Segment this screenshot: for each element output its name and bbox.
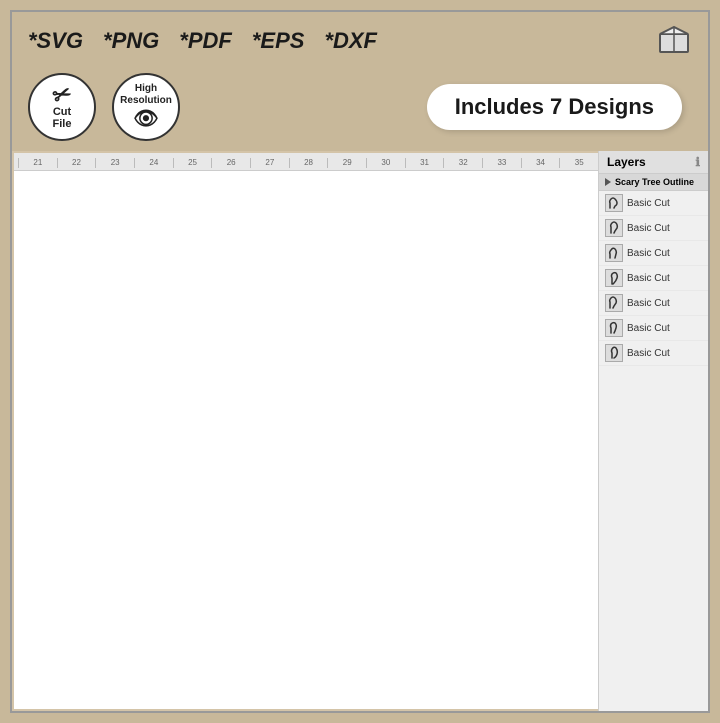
layer-item[interactable]: Basic Cut [599, 216, 708, 241]
inner-content: *SVG *PNG *PDF *EPS *DXF ✂ Cut File [10, 10, 710, 713]
ruler-22: 22 [57, 158, 96, 168]
layer-name-5: Basic Cut [627, 298, 670, 309]
expand-icon [605, 178, 611, 186]
includes-bubble: Includes 7 Designs [427, 84, 682, 130]
ruler-31: 31 [405, 158, 444, 168]
info-icon: ℹ [695, 155, 700, 169]
top-banner: *SVG *PNG *PDF *EPS *DXF [12, 12, 708, 69]
design-area: 21 22 23 24 25 26 27 28 29 30 31 32 33 3… [12, 151, 708, 711]
ruler-25: 25 [173, 158, 212, 168]
layer-thumb [605, 194, 623, 212]
layer-name-7: Basic Cut [627, 348, 670, 359]
layer-thumb [605, 294, 623, 312]
layer-thumb [605, 344, 623, 362]
badge-row: ✂ Cut File HighResolution 👁 Includes 7 D… [12, 69, 708, 151]
layers-title: Layers [607, 155, 646, 169]
format-svg: *SVG [28, 28, 83, 54]
ruler-35: 35 [559, 158, 598, 168]
ruler-32: 32 [443, 158, 482, 168]
scissors-icon: ✂ [50, 82, 75, 109]
ruler-34: 34 [521, 158, 560, 168]
includes-label: Includes 7 Designs [455, 94, 654, 119]
ruler-30: 30 [366, 158, 405, 168]
eye-icon: 👁 [133, 107, 158, 131]
file-label: File [53, 118, 72, 130]
layers-panel: Layers ℹ Scary Tree Outline Basic Cut [598, 151, 708, 711]
format-labels: *SVG *PNG *PDF *EPS *DXF [28, 28, 377, 54]
ruler-23: 23 [95, 158, 134, 168]
high-res-badge: HighResolution 👁 [112, 73, 180, 141]
ruler-marks: 21 22 23 24 25 26 27 28 29 30 31 32 33 3… [14, 158, 598, 168]
ruler-29: 29 [327, 158, 366, 168]
ruler-33: 33 [482, 158, 521, 168]
ruler-26: 26 [211, 158, 250, 168]
format-eps: *EPS [252, 28, 305, 54]
format-png: *PNG [103, 28, 159, 54]
layer-item[interactable]: Basic Cut [599, 266, 708, 291]
layer-thumb [605, 319, 623, 337]
box-icon [656, 20, 692, 61]
outer-frame: *SVG *PNG *PDF *EPS *DXF ✂ Cut File [0, 0, 720, 723]
layer-name-1: Basic Cut [627, 198, 670, 209]
layer-item[interactable]: Basic Cut [599, 291, 708, 316]
layer-name-3: Basic Cut [627, 248, 670, 259]
layer-thumb [605, 219, 623, 237]
format-pdf: *PDF [179, 28, 232, 54]
group-name: Scary Tree Outline [615, 177, 694, 187]
layer-name-4: Basic Cut [627, 273, 670, 284]
high-res-text: HighResolution [120, 83, 172, 107]
layers-group[interactable]: Scary Tree Outline [599, 174, 708, 191]
layer-thumb [605, 269, 623, 287]
layer-thumb [605, 244, 623, 262]
ruler-24: 24 [134, 158, 173, 168]
layer-name-2: Basic Cut [627, 223, 670, 234]
ruler-28: 28 [289, 158, 328, 168]
format-dxf: *DXF [324, 28, 377, 54]
ruler-27: 27 [250, 158, 289, 168]
cut-file-badge: ✂ Cut File [28, 73, 96, 141]
layer-name-6: Basic Cut [627, 323, 670, 334]
layer-item[interactable]: Basic Cut [599, 191, 708, 216]
layer-item[interactable]: Basic Cut [599, 316, 708, 341]
layer-item[interactable]: Basic Cut [599, 241, 708, 266]
layer-item[interactable]: Basic Cut [599, 341, 708, 366]
layers-header: Layers ℹ [599, 151, 708, 174]
canvas-area: 21 22 23 24 25 26 27 28 29 30 31 32 33 3… [14, 153, 598, 709]
ruler: 21 22 23 24 25 26 27 28 29 30 31 32 33 3… [14, 153, 598, 171]
ruler-21: 21 [18, 158, 57, 168]
